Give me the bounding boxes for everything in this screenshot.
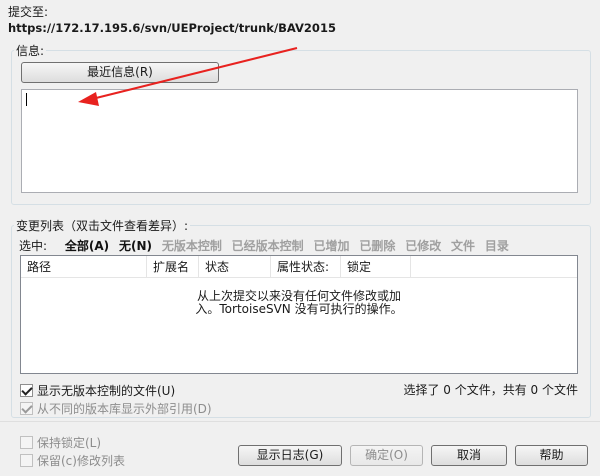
keep-changelists-checkbox[interactable] <box>20 454 33 467</box>
filter-versioned[interactable]: 已经版本控制 <box>232 239 304 253</box>
text-caret <box>26 93 27 106</box>
keep-changelists-label: 保留(c)修改列表 <box>37 454 125 468</box>
show-externals-checkbox[interactable] <box>20 402 33 415</box>
keep-locks-label: 保持锁定(L) <box>37 436 102 450</box>
changes-list[interactable]: 路径 扩展名 状态 属性状态: 锁定 从上次提交以来没有任何文件修改或加 入。T… <box>20 255 578 374</box>
filter-files[interactable]: 文件 <box>451 239 475 253</box>
filter-bar: 选中: 全部(A) 无(N) 无版本控制 已经版本控制 已增加 已删除 已修改 … <box>19 237 515 254</box>
commit-to-label: 提交至: <box>8 5 49 19</box>
recent-messages-button[interactable]: 最近信息(R) <box>21 62 219 83</box>
filter-all[interactable]: 全部(A) <box>65 239 109 253</box>
show-unversioned-option[interactable]: 显示无版本控制的文件(U) <box>20 382 175 399</box>
message-textarea[interactable] <box>21 89 578 193</box>
selection-count: 选择了 0 个文件，共有 0 个文件 <box>403 383 578 397</box>
show-unversioned-label: 显示无版本控制的文件(U) <box>37 384 176 398</box>
help-button[interactable]: 帮助 <box>515 445 588 466</box>
show-unversioned-checkbox[interactable] <box>20 384 33 397</box>
column-lock[interactable]: 锁定 <box>341 256 411 278</box>
keep-changelists-option[interactable]: 保留(c)修改列表 <box>20 452 125 469</box>
show-externals-option[interactable]: 从不同的版本库显示外部引用(D) <box>20 400 212 417</box>
list-header: 路径 扩展名 状态 属性状态: 锁定 <box>21 256 577 278</box>
column-path[interactable]: 路径 <box>21 256 147 278</box>
show-externals-label: 从不同的版本库显示外部引用(D) <box>37 402 212 416</box>
column-status[interactable]: 状态 <box>199 256 271 278</box>
filter-dirs[interactable]: 目录 <box>485 239 509 253</box>
cancel-button[interactable]: 取消 <box>431 445 507 466</box>
ok-button[interactable]: 确定(O) <box>350 445 423 466</box>
changes-group-title: 变更列表（双击文件查看差异）: <box>14 217 191 234</box>
keep-locks-option[interactable]: 保持锁定(L) <box>20 434 101 451</box>
keep-locks-checkbox[interactable] <box>20 436 33 449</box>
filter-deleted[interactable]: 已删除 <box>359 239 395 253</box>
column-property-status[interactable]: 属性状态: <box>271 256 341 278</box>
select-label: 选中: <box>19 239 48 253</box>
filter-none[interactable]: 无(N) <box>119 239 152 253</box>
message-group-title: 信息: <box>14 42 47 59</box>
filter-added[interactable]: 已增加 <box>314 239 350 253</box>
commit-url: https://172.17.195.6/svn/UEProject/trunk… <box>8 21 336 35</box>
column-extension[interactable]: 扩展名 <box>147 256 199 278</box>
empty-message-line-2: 入。TortoiseSVN 没有可执行的操作。 <box>195 302 403 316</box>
filter-unversioned[interactable]: 无版本控制 <box>162 239 222 253</box>
empty-list-message: 从上次提交以来没有任何文件修改或加 入。TortoiseSVN 没有可执行的操作… <box>21 290 577 316</box>
filter-modified[interactable]: 已修改 <box>405 239 441 253</box>
show-log-button[interactable]: 显示日志(G) <box>238 445 342 466</box>
